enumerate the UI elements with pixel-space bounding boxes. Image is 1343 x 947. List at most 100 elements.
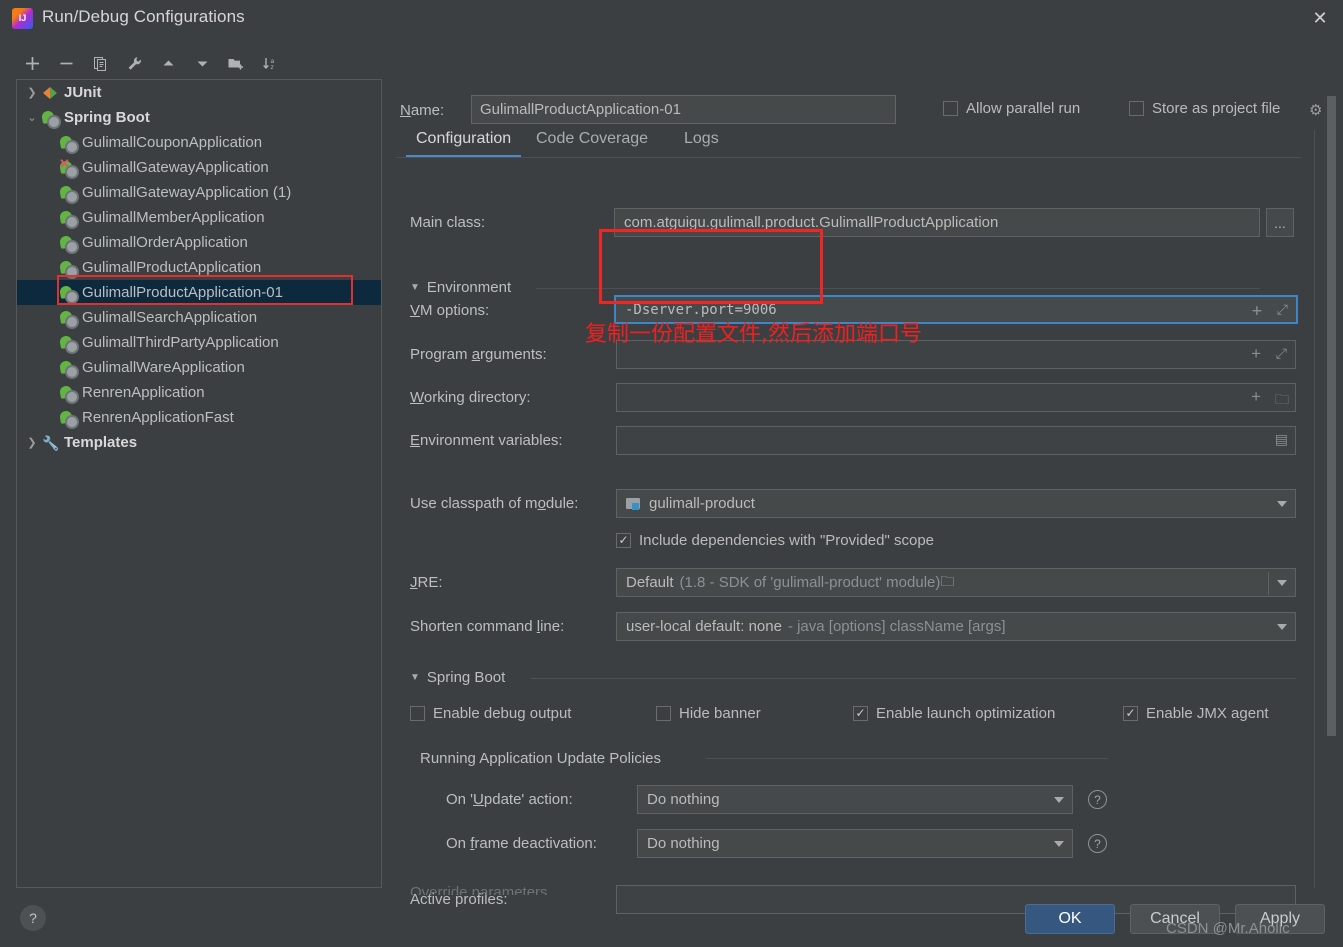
on-frame-deactivation-help-icon[interactable]: ? xyxy=(1088,834,1107,853)
tree-group-label: Templates xyxy=(64,434,138,451)
enable-launch-optimization-label: Enable launch optimization xyxy=(876,705,1056,722)
expand-editor-icon[interactable]: ⤢ xyxy=(1277,302,1288,318)
environment-section-header[interactable]: ▼ Environment xyxy=(410,279,511,296)
on-update-action-help-icon[interactable]: ? xyxy=(1088,790,1107,809)
tree-item-gulimall-thirdparty-application[interactable]: GulimallThirdPartyApplication xyxy=(17,330,381,355)
tab-logs[interactable]: Logs xyxy=(684,120,719,158)
allow-parallel-run-checkbox[interactable]: Allow parallel run xyxy=(943,100,1080,117)
update-policies-section-label: Running Application Update Policies xyxy=(420,750,661,767)
triangle-down-icon: ▼ xyxy=(410,672,420,683)
spring-boot-section-header[interactable]: ▼ Spring Boot xyxy=(410,669,505,686)
main-class-input[interactable]: com.atguigu.gulimall.product.GulimallPro… xyxy=(614,208,1260,237)
tree-item-gulimall-member-application[interactable]: GulimallMemberApplication xyxy=(17,205,381,230)
arrow-up-icon[interactable] xyxy=(152,48,184,78)
triangle-down-icon: ▼ xyxy=(410,282,420,293)
expand-editor-icon[interactable]: ⤢ xyxy=(1276,345,1287,362)
spring-boot-icon xyxy=(59,384,79,404)
add-macro-icon[interactable]: + xyxy=(1251,344,1261,364)
shorten-command-line-hint: - java [options] className [args] xyxy=(787,618,1006,635)
tree-item-label: GulimallSearchApplication xyxy=(82,309,258,326)
wrench-icon[interactable] xyxy=(118,48,150,78)
tree-item-label: GulimallOrderApplication xyxy=(82,234,248,251)
chevron-down-icon xyxy=(1054,797,1064,803)
vm-options-label: VM options: xyxy=(410,302,490,319)
vm-options-value: -Dserver.port=9006 xyxy=(625,301,777,318)
add-configuration-button[interactable] xyxy=(16,48,48,78)
tree-item-gulimall-product-application[interactable]: GulimallProductApplication xyxy=(17,255,381,280)
include-provided-scope-checkbox[interactable]: Include dependencies with "Provided" sco… xyxy=(616,532,934,549)
copy-configuration-button[interactable] xyxy=(84,48,116,78)
tree-item-gulimall-gateway-application[interactable]: ✕ GulimallGatewayApplication xyxy=(17,155,381,180)
hide-banner-checkbox[interactable]: Hide banner xyxy=(656,705,761,722)
tree-item-gulimall-order-application[interactable]: GulimallOrderApplication xyxy=(17,230,381,255)
checkbox-box xyxy=(656,706,671,721)
arrow-down-icon[interactable] xyxy=(186,48,218,78)
on-frame-deactivation-label: On frame deactivation: xyxy=(446,835,597,852)
store-as-project-file-checkbox[interactable]: Store as project file xyxy=(1129,100,1280,117)
jre-hint: (1.8 - SDK of 'gulimall-product' module) xyxy=(679,574,941,591)
help-button[interactable]: ? xyxy=(20,905,46,931)
spring-boot-icon: ✕ xyxy=(59,157,79,179)
working-directory-label: Working directory: xyxy=(410,389,531,406)
shorten-command-line-dropdown[interactable]: user-local default: none - java [options… xyxy=(616,612,1296,641)
folder-icon[interactable]: 🗀 xyxy=(1275,389,1289,413)
chevron-down-icon xyxy=(1277,624,1287,630)
junit-icon xyxy=(41,84,61,102)
folder-icon[interactable]: 🗀 xyxy=(940,571,954,595)
gear-icon[interactable]: ⚙ xyxy=(1309,101,1322,119)
allow-parallel-run-label: Allow parallel run xyxy=(966,100,1081,117)
configurations-tree[interactable]: ❯ JUnit ⌄ Spring Boot GulimallCouponAppl… xyxy=(16,79,382,888)
tree-item-renren-application-fast[interactable]: RenrenApplicationFast xyxy=(17,405,381,430)
remove-configuration-button[interactable] xyxy=(50,48,82,78)
chevron-down-icon[interactable]: ⌄ xyxy=(23,111,41,124)
spring-boot-icon xyxy=(59,334,79,354)
environment-variables-input[interactable]: ▤ xyxy=(616,426,1296,455)
tree-item-renren-application[interactable]: RenrenApplication xyxy=(17,380,381,405)
chevron-right-icon[interactable]: ❯ xyxy=(23,86,41,99)
on-frame-deactivation-dropdown[interactable]: Do nothing xyxy=(637,829,1073,858)
folder-add-icon[interactable] xyxy=(220,48,252,78)
configuration-form: Main class: com.atguigu.gulimall.product… xyxy=(396,161,1316,914)
spring-boot-icon xyxy=(59,309,79,329)
program-arguments-input[interactable]: + ⤢ xyxy=(616,340,1296,369)
enable-debug-output-checkbox[interactable]: Enable debug output xyxy=(410,705,571,722)
tree-group-templates[interactable]: ❯ 🔧 Templates xyxy=(17,430,381,455)
working-directory-input[interactable]: + 🗀 xyxy=(616,383,1296,412)
tree-item-gulimall-ware-application[interactable]: GulimallWareApplication xyxy=(17,355,381,380)
main-class-browse-button[interactable]: ... xyxy=(1266,208,1294,237)
add-macro-icon[interactable]: + xyxy=(1252,301,1262,321)
tab-configuration[interactable]: Configuration xyxy=(405,120,522,158)
tree-group-junit[interactable]: ❯ JUnit xyxy=(17,80,381,105)
vertical-scrollbar-thumb[interactable] xyxy=(1327,96,1336,736)
on-update-action-dropdown[interactable]: Do nothing xyxy=(637,785,1073,814)
checkbox-box xyxy=(1123,706,1138,721)
ok-button[interactable]: OK xyxy=(1025,904,1115,934)
jre-dropdown[interactable]: Default (1.8 - SDK of 'gulimall-product'… xyxy=(616,568,1296,597)
tree-item-label: RenrenApplication xyxy=(82,384,205,401)
checkbox-box xyxy=(1129,101,1144,116)
section-divider xyxy=(536,288,1260,289)
use-classpath-of-module-dropdown[interactable]: gulimall-product xyxy=(616,489,1296,518)
tree-item-gulimall-search-application[interactable]: GulimallSearchApplication xyxy=(17,305,381,330)
configuration-editor-panel: Name: GulimallProductApplication-01 Allo… xyxy=(396,45,1343,914)
watermark: CSDN @Mr.Aholic xyxy=(1166,920,1290,937)
environment-variables-label: Environment variables: xyxy=(410,432,563,449)
vm-options-input[interactable]: -Dserver.port=9006 + ⤢ xyxy=(614,295,1298,324)
close-icon[interactable]: ✕ xyxy=(1297,0,1343,37)
add-macro-icon[interactable]: + xyxy=(1251,387,1261,407)
jre-label: JRE: xyxy=(410,574,443,591)
tree-item-gulimall-gateway-application-1[interactable]: GulimallGatewayApplication (1) xyxy=(17,180,381,205)
tree-item-gulimall-product-application-01[interactable]: GulimallProductApplication-01 xyxy=(17,280,381,305)
enable-jmx-agent-checkbox[interactable]: Enable JMX agent xyxy=(1123,705,1269,722)
tree-group-spring-boot[interactable]: ⌄ Spring Boot xyxy=(17,105,381,130)
tree-item-gulimall-coupon-application[interactable]: GulimallCouponApplication xyxy=(17,130,381,155)
tab-code-coverage[interactable]: Code Coverage xyxy=(536,120,648,158)
chevron-right-icon[interactable]: ❯ xyxy=(23,436,41,449)
sort-alphabetical-icon[interactable]: a z xyxy=(254,48,286,78)
enable-launch-optimization-checkbox[interactable]: Enable launch optimization xyxy=(853,705,1055,722)
env-vars-list-icon[interactable]: ▤ xyxy=(1275,431,1288,448)
spring-boot-icon xyxy=(59,134,79,154)
on-update-action-value: Do nothing xyxy=(647,791,720,808)
spring-boot-icon xyxy=(59,409,79,429)
spring-boot-icon xyxy=(59,359,79,379)
